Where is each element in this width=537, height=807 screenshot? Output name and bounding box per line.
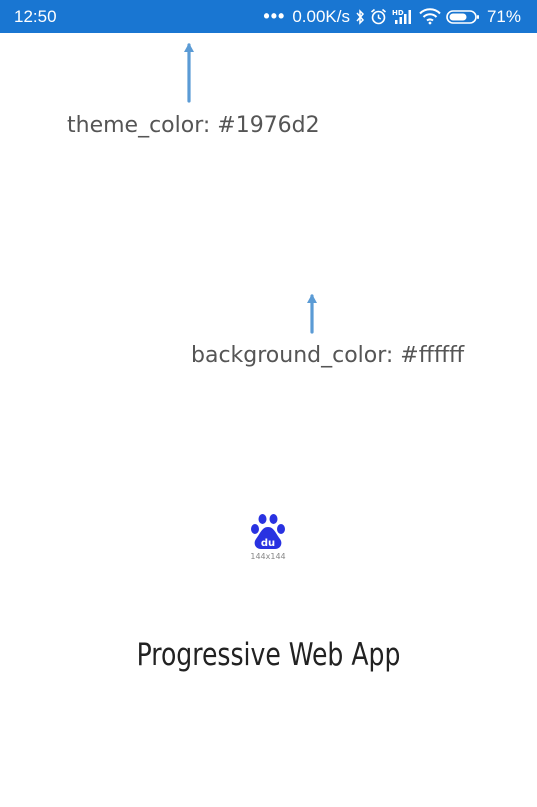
wifi-icon [419,8,441,25]
background-color-label: background_color: #ffffff [191,343,465,368]
status-bar: 12:50 ••• 0.00K/s HD 71% [0,0,537,33]
theme-color-label: theme_color: #1976d2 [67,113,320,138]
hd-signal-icon: HD [392,8,414,25]
splash-screen: 12:50 ••• 0.00K/s HD 71% theme_color: #1… [0,0,537,807]
net-speed: 0.00K/s [292,6,350,26]
svg-text:HD: HD [392,9,404,17]
background-color-arrow [307,294,317,334]
theme-color-arrow [184,43,194,103]
more-dots: ••• [263,6,286,26]
battery-percent: 71% [486,6,521,26]
app-icon: du 144x144 [244,513,292,561]
svg-text:du: du [261,538,275,549]
baidu-paw-icon: du [251,514,285,549]
alarm-icon [370,8,387,25]
battery-icon [446,9,480,25]
app-name: Progressive Web App [136,637,401,673]
bluetooth-icon [355,8,365,25]
status-time: 12:50 [14,6,57,26]
icon-size-caption: 144x144 [250,552,286,561]
